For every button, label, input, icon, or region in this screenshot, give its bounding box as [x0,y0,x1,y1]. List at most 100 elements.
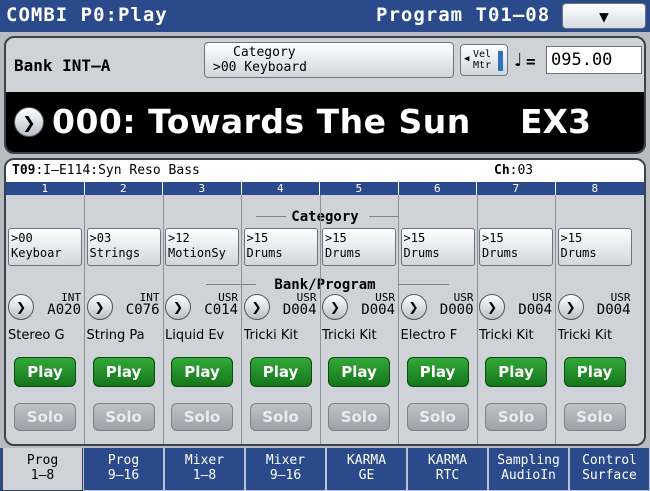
velmtr-label-2: Mtr [473,60,492,71]
program-name: Electro F [400,328,458,343]
tab-control-8[interactable]: Control Surface [569,448,650,491]
category-name: Strings [89,246,141,260]
timbre-category-button[interactable]: >12 MotionSy [165,228,239,266]
timbre-column: >15 Drums ❯ USR D004 Tricki Kit Play Solo [556,195,634,444]
timbre-category-button[interactable]: >03 Strings [86,228,161,266]
tab-label-1: KARMA [427,453,468,468]
solo-button[interactable]: Solo [171,403,233,431]
program-select-button[interactable]: ❯ [86,294,113,320]
timbre-category-button[interactable]: >15 Drums [400,228,475,266]
category-number: >12 [168,231,190,245]
program-select-button[interactable]: ❯ [8,294,34,320]
timbre-column: >15 Drums ❯ USR D004 Tricki Kit Play Solo [477,195,556,444]
tab-label-2: GE [358,468,375,483]
program-name: Stereo G [8,328,65,343]
page-menu-button[interactable]: ▼ [562,3,646,29]
solo-button[interactable]: Solo [92,403,155,431]
timbre-panel: T09:I–E114:Syn Reso Bass Ch:03 12345678 … [4,158,646,446]
play-button[interactable]: Play [406,357,469,387]
play-button[interactable]: Play [171,357,233,387]
channel-label: Ch [494,163,510,178]
timbre-column: >15 Drums ❯ USR D004 Tricki Kit Play Solo [320,195,399,444]
category-value: >00 Keyboard [213,60,307,75]
program-number: A020 [47,302,81,318]
program-select-button[interactable]: ❯ [479,294,505,320]
chevron-right-icon: ❯ [94,300,105,314]
play-button[interactable]: Play [249,357,312,387]
program-number: D000 [439,302,474,318]
category-name: Keyboar [11,246,62,260]
play-button[interactable]: Play [563,357,626,387]
program-select-button[interactable]: ❯ [400,294,427,320]
solo-button[interactable]: Solo [485,403,547,431]
velocity-meter-button[interactable]: ◀ Vel Mtr [460,44,508,76]
timbre-category-button[interactable]: >00 Keyboar [8,228,82,266]
tab-label-2: Surface [582,468,637,483]
chevron-right-icon: ❯ [486,300,498,314]
timbre-column: >00 Keyboar ❯ INT A020 Stereo G Play Solo [6,195,85,444]
bank-label: Bank INT–A [14,56,111,75]
timbre-column: >15 Drums ❯ USR D000 Electro F Play Solo [399,195,478,444]
program-select-button[interactable]: ❯ [243,294,270,320]
combi-name: 000: Towards The Sun [52,102,471,141]
tab-label-2: 9–16 [269,468,302,483]
program-select-button[interactable]: ❯ [165,294,191,320]
timbre-category-button[interactable]: >15 Drums [479,228,553,266]
timbre-number-3: 3 [163,182,242,195]
play-button[interactable]: Play [92,357,155,387]
category-name: Drums [560,246,597,260]
category-name: Drums [246,246,283,260]
category-number: >15 [482,231,504,245]
solo-button[interactable]: Solo [406,403,469,431]
combi-suffix: EX3 [520,102,591,141]
left-arrow-icon: ◀ [464,54,470,64]
program-name: Liquid Ev [165,328,225,343]
program-name: Tricki Kit [479,328,534,343]
solo-button[interactable]: Solo [563,403,626,431]
play-button[interactable]: Play [14,357,76,387]
chevron-right-icon: ❯ [172,300,184,314]
category-select-button[interactable]: Category >00 Keyboard [204,42,454,78]
tab-label-1: Prog [26,453,59,468]
program-select-button[interactable]: ❯ [322,294,348,320]
tab-sampling-7[interactable]: Sampling AudioIn [488,448,569,491]
tab-mixer-3[interactable]: Mixer 1–8 [164,448,245,491]
timbre-number-5: 5 [320,182,399,195]
solo-button[interactable]: Solo [14,403,76,431]
play-button[interactable]: Play [485,357,547,387]
program-number: D004 [282,302,317,318]
mode-page-title: COMBI P0:Play [6,4,168,26]
category-number: >15 [246,231,269,245]
combi-header-panel: Bank INT–A Category >00 Keyboard ◀ Vel M… [4,36,646,154]
combi-name-display: ❯ 000: Towards The Sun EX3 [6,92,644,152]
program-number: D004 [596,302,631,318]
timbre-number-6: 6 [399,182,477,195]
category-name: Drums [403,246,440,260]
tab-prog-2[interactable]: Prog 9–16 [83,448,164,491]
combi-select-button[interactable]: ❯ [14,107,44,137]
timbre-category-button[interactable]: >15 Drums [557,228,632,266]
tab-prog-1[interactable]: Prog 1–8 [2,448,83,491]
program-number: D004 [361,302,395,318]
tab-mixer-4[interactable]: Mixer 9–16 [245,448,326,491]
timbre-number-4: 4 [242,182,320,195]
timbre-category-button[interactable]: >15 Drums [243,228,318,266]
tab-label-2: RTC [435,468,460,483]
tempo-field[interactable]: 095.00 [546,46,642,74]
category-number: >03 [89,231,112,245]
program-select-button[interactable]: ❯ [557,294,584,320]
tab-label-2: 1–8 [30,468,55,483]
play-button[interactable]: Play [328,357,390,387]
solo-button[interactable]: Solo [328,403,390,431]
chevron-down-icon: ▼ [599,6,609,26]
timbre-category-button[interactable]: >15 Drums [322,228,396,266]
tab-karma-5[interactable]: KARMA GE [326,448,407,491]
category-title: Category [233,45,296,60]
chevron-right-icon: ❯ [22,112,36,132]
tab-label-1: KARMA [346,453,387,468]
tab-karma-6[interactable]: KARMA RTC [407,448,488,491]
tab-label-1: Mixer [184,453,225,468]
category-number: >15 [560,231,583,245]
solo-button[interactable]: Solo [249,403,312,431]
program-range-title: Program T01–08 [376,4,551,26]
